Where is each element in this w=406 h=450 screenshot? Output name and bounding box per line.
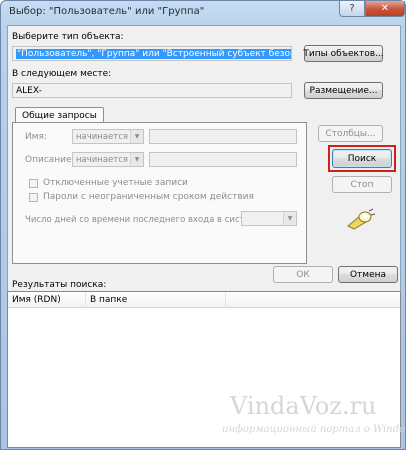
tab-common-queries[interactable]: Общие запросы bbox=[15, 107, 104, 123]
locations-button[interactable]: Размещение... bbox=[304, 82, 383, 99]
results-header: Имя (RDN) В папке bbox=[8, 292, 400, 308]
description-label: Описание: bbox=[25, 155, 75, 165]
name-mode-select[interactable]: начинается с ▼ bbox=[72, 129, 144, 144]
object-types-button[interactable]: Типы объектов... bbox=[303, 45, 384, 62]
description-mode-value: начинается с bbox=[76, 154, 136, 165]
non-expiring-passwords-label: Пароли с неограниченным сроком действия bbox=[43, 192, 254, 202]
common-queries-panel: Имя: начинается с ▼ Описание: начинается… bbox=[12, 122, 307, 264]
column-header-rdn-name[interactable]: Имя (RDN) bbox=[8, 292, 86, 308]
help-icon: ? bbox=[349, 3, 355, 14]
close-button[interactable]: ✕ bbox=[365, 1, 405, 17]
search-button[interactable]: Поиск bbox=[332, 149, 392, 168]
close-icon: ✕ bbox=[380, 3, 390, 14]
location-field[interactable]: ALEX- bbox=[12, 83, 292, 98]
name-mode-value: начинается с bbox=[76, 131, 136, 142]
location-label: В следующем месте: bbox=[12, 69, 112, 79]
column-header-rdn-label: Имя (RDN) bbox=[12, 295, 61, 305]
object-type-label: Выберите тип объекта: bbox=[12, 32, 124, 42]
watermark-site: VindaVoz.ru bbox=[230, 392, 377, 420]
name-input[interactable] bbox=[149, 129, 297, 144]
search-flashlight-icon bbox=[347, 208, 376, 230]
cancel-button[interactable]: Отмена bbox=[338, 266, 398, 283]
column-header-folder[interactable]: В папке bbox=[86, 292, 226, 308]
stop-button[interactable]: Стоп bbox=[332, 176, 392, 193]
window-title: Выбор: "Пользователь" или "Группа" bbox=[9, 6, 205, 17]
dialog-client-area: Выберите тип объекта: "Пользователь", "Г… bbox=[7, 25, 401, 448]
chevron-down-icon: ▼ bbox=[130, 130, 143, 143]
days-since-logon-label: Число дней со времени последнего входа в… bbox=[25, 215, 265, 225]
column-header-folder-label: В папке bbox=[90, 295, 128, 305]
chevron-down-icon: ▼ bbox=[130, 153, 143, 166]
description-mode-select[interactable]: начинается с ▼ bbox=[72, 152, 144, 167]
watermark-tagline: информационный портал о Windows bbox=[222, 424, 406, 435]
object-type-value: "Пользователь", "Группа" или "Встроенный… bbox=[16, 48, 291, 59]
chevron-down-icon: ▼ bbox=[283, 212, 296, 225]
disabled-accounts-label: Отключенные учетные записи bbox=[43, 178, 188, 188]
object-type-field[interactable]: "Пользователь", "Группа" или "Встроенный… bbox=[12, 46, 292, 61]
days-since-logon-select[interactable]: ▼ bbox=[241, 211, 297, 226]
disabled-accounts-checkbox[interactable] bbox=[29, 179, 38, 188]
help-button[interactable]: ? bbox=[339, 1, 365, 17]
results-label: Результаты поиска: bbox=[12, 280, 107, 290]
columns-button[interactable]: Столбцы... bbox=[318, 125, 383, 142]
non-expiring-passwords-checkbox[interactable] bbox=[29, 193, 38, 202]
description-input[interactable] bbox=[149, 152, 297, 167]
dialog-window: Выбор: "Пользователь" или "Группа" ? ✕ В… bbox=[0, 0, 406, 450]
name-label: Имя: bbox=[25, 132, 47, 142]
ok-button[interactable]: ОК bbox=[273, 266, 333, 283]
